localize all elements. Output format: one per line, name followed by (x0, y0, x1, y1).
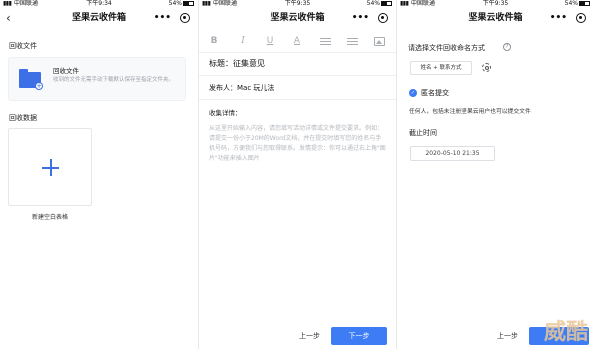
status-bar: ▮▮▮ 中国联通 下午9:34 54% (0, 0, 198, 8)
battery-indicator: 54% (169, 0, 194, 8)
watermark-logo: 威酷 (543, 319, 588, 345)
sender-field[interactable]: 发布人：Mac 玩儿法 (209, 83, 274, 93)
insert-image-icon[interactable] (374, 37, 385, 46)
nav-bar: ‹ 坚果云收件箱 ••• (0, 9, 198, 27)
more-icon[interactable]: ••• (352, 9, 369, 27)
numbered-list-icon[interactable] (347, 37, 358, 46)
text-color-button[interactable]: A (290, 34, 304, 48)
anonymous-submit-label[interactable]: 匿名提交 (421, 88, 449, 98)
deadline-datetime-input[interactable]: 2020-05-10 21:35 (410, 146, 495, 161)
divider (199, 99, 396, 100)
help-icon[interactable]: ? (503, 43, 511, 51)
recycle-files-card[interactable]: + 回收文件 收到的文件无需手动下载默认保存至指定文件夹。 (8, 57, 186, 101)
more-icon[interactable]: ••• (154, 9, 171, 27)
close-miniprogram-icon[interactable] (180, 13, 190, 23)
close-miniprogram-icon[interactable] (576, 13, 586, 23)
editor-toolbar: B I U A (199, 34, 396, 50)
previous-step-button[interactable]: 上一步 (497, 331, 518, 341)
naming-method-select[interactable]: 姓名 + 联系方式 (410, 61, 472, 75)
status-bar: ▮▮▮ 中国联通 下午9:35 54% (397, 0, 594, 8)
deadline-label: 截止时间 (409, 129, 437, 137)
battery-indicator: 54% (367, 0, 392, 8)
battery-percent: 54% (366, 0, 380, 7)
card-description: 收到的文件无需手动下载默认保存至指定文件夹。 (53, 77, 175, 83)
previous-step-button[interactable]: 上一步 (299, 331, 320, 341)
next-step-button[interactable]: 下一步 (331, 327, 387, 345)
anonymous-submit-description: 任何人，包括未注册坚果云用户也可以提交文件 (409, 109, 531, 115)
panel-compose: ▮▮▮ 中国联通 下午9:35 54% 坚果云收件箱 ••• B I U A 标… (198, 0, 396, 349)
section-title-recycle-files: 回收文件 (9, 42, 37, 50)
new-form-label: 新建空白表格 (31, 214, 68, 221)
battery-icon (579, 1, 590, 6)
bullet-list-icon[interactable] (320, 37, 331, 46)
card-title: 回收文件 (53, 67, 79, 75)
battery-indicator: 54% (565, 0, 590, 8)
bold-button[interactable]: B (207, 34, 221, 48)
battery-icon (381, 1, 392, 6)
folder-add-icon: + (19, 69, 43, 90)
new-blank-form-tile[interactable] (8, 128, 92, 206)
nav-bar: 坚果云收件箱 ••• (199, 9, 396, 27)
divider (199, 52, 396, 53)
more-icon[interactable]: ••• (550, 9, 567, 27)
panel-settings: ▮▮▮ 中国联通 下午9:35 54% 坚果云收件箱 ••• 请选择文件回收命名… (396, 0, 594, 349)
details-label: 收集详情： (209, 109, 242, 117)
details-textarea[interactable]: 从这里开始输入内容，请您填写活动详情或文件提交要求。例如：请提交一份小于20M的… (209, 124, 387, 164)
battery-icon (183, 1, 194, 6)
close-miniprogram-icon[interactable] (378, 13, 388, 23)
panel-recycle-box: ▮▮▮ 中国联通 下午9:34 54% ‹ 坚果云收件箱 ••• 回收文件 + … (0, 0, 198, 349)
subject-field[interactable]: 标题：征集意见 (209, 58, 265, 69)
section-title-recycle-data: 回收数据 (9, 114, 37, 122)
divider (199, 75, 396, 76)
naming-method-heading: 请选择文件回收命名方式 (408, 44, 485, 52)
battery-percent: 54% (168, 0, 182, 7)
settings-gear-icon[interactable] (482, 63, 491, 72)
anonymous-checkbox-icon[interactable]: ✓ (409, 89, 417, 97)
nav-bar: 坚果云收件箱 ••• (397, 9, 594, 27)
underline-button[interactable]: U (263, 34, 277, 48)
status-bar: ▮▮▮ 中国联通 下午9:35 54% (199, 0, 396, 8)
battery-percent: 54% (564, 0, 578, 7)
italic-button[interactable]: I (236, 34, 250, 48)
